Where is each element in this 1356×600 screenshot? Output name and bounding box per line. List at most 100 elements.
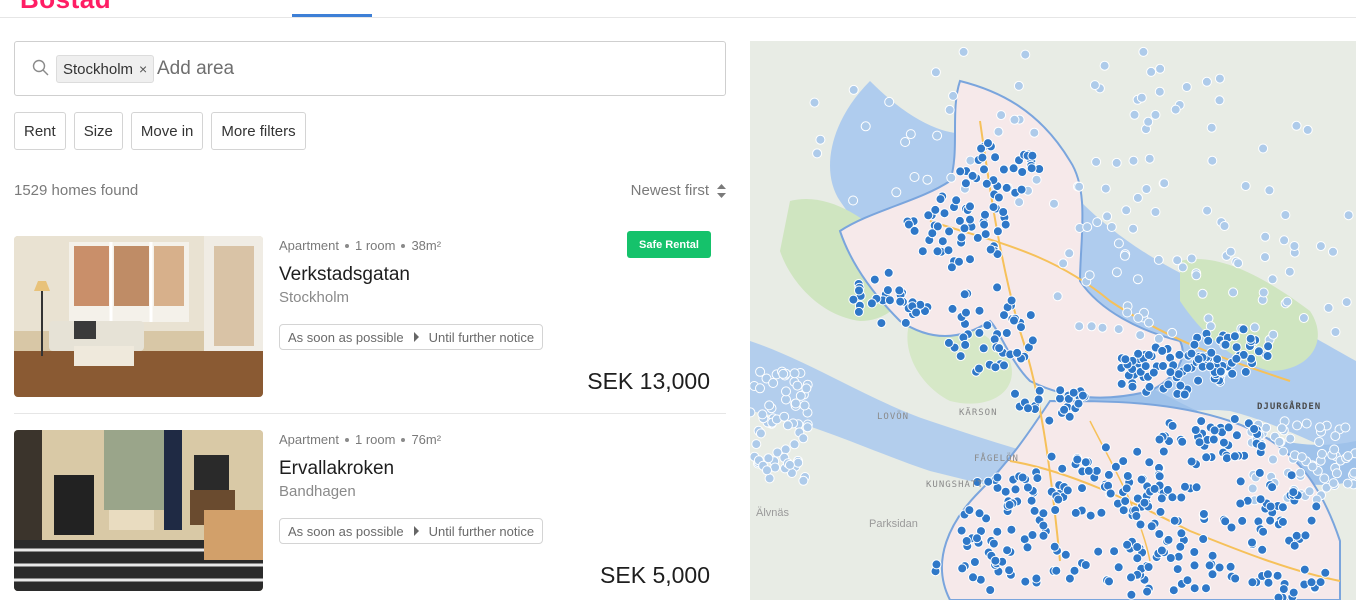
map-marker[interactable]: [1057, 463, 1068, 474]
map-marker[interactable]: [891, 187, 902, 198]
map-marker[interactable]: [1146, 521, 1157, 532]
map-marker[interactable]: [947, 303, 958, 314]
map-marker[interactable]: [1260, 231, 1271, 242]
map-marker[interactable]: [782, 420, 793, 431]
map-marker[interactable]: [985, 585, 996, 595]
map-marker[interactable]: [869, 274, 880, 285]
map-marker[interactable]: [1272, 570, 1283, 581]
map-marker[interactable]: [1000, 486, 1011, 497]
map-marker[interactable]: [1268, 454, 1278, 465]
map-marker[interactable]: [1052, 291, 1063, 302]
map-marker[interactable]: [1144, 457, 1155, 468]
map-marker[interactable]: [1257, 544, 1268, 555]
map-marker[interactable]: [974, 305, 985, 316]
map-marker[interactable]: [1099, 60, 1110, 71]
map-marker[interactable]: [1209, 425, 1220, 436]
map-marker[interactable]: [1016, 184, 1027, 195]
map-marker[interactable]: [1288, 587, 1299, 598]
map-marker[interactable]: [1136, 474, 1147, 485]
map-marker[interactable]: [1340, 422, 1351, 433]
map-marker[interactable]: [1341, 297, 1352, 308]
map-marker[interactable]: [1206, 122, 1217, 133]
map-marker[interactable]: [799, 400, 810, 411]
map-marker[interactable]: [1299, 564, 1310, 575]
map-marker[interactable]: [1181, 82, 1192, 92]
map-marker[interactable]: [1111, 267, 1122, 278]
map-marker[interactable]: [993, 126, 1004, 137]
map-marker[interactable]: [946, 172, 957, 183]
map-marker[interactable]: [911, 307, 922, 318]
map-marker[interactable]: [988, 202, 999, 213]
map-marker[interactable]: [992, 226, 1003, 237]
map-marker[interactable]: [1140, 361, 1151, 372]
map-marker[interactable]: [961, 307, 971, 318]
map-marker[interactable]: [956, 232, 967, 243]
map-marker[interactable]: [1306, 515, 1317, 526]
map-marker[interactable]: [1231, 353, 1242, 364]
map-marker[interactable]: [1253, 346, 1264, 357]
map-marker[interactable]: [1193, 354, 1204, 365]
map-marker[interactable]: [1127, 381, 1138, 392]
map-marker[interactable]: [1189, 560, 1200, 571]
map-marker[interactable]: [1118, 505, 1129, 516]
map-marker[interactable]: [1304, 486, 1315, 497]
map-marker[interactable]: [943, 245, 954, 256]
map-marker[interactable]: [1012, 347, 1023, 358]
map-marker[interactable]: [750, 407, 756, 418]
map-marker[interactable]: [1141, 184, 1152, 194]
map-marker[interactable]: [779, 411, 790, 422]
map-marker[interactable]: [1020, 576, 1031, 587]
remove-area-button[interactable]: ×: [139, 61, 147, 77]
map-marker[interactable]: [1191, 270, 1202, 281]
map-marker[interactable]: [1198, 534, 1209, 544]
map-marker[interactable]: [884, 96, 895, 107]
map-marker[interactable]: [992, 282, 1003, 293]
map-marker[interactable]: [989, 334, 1000, 345]
map-marker[interactable]: [1285, 433, 1296, 444]
map-marker[interactable]: [1258, 287, 1269, 298]
results-map[interactable]: LOVÖN KÄRSON FÅGELÖN KUNGSHATT DJURGÅRDE…: [750, 41, 1356, 600]
map-marker[interactable]: [1328, 478, 1339, 489]
map-marker[interactable]: [853, 306, 864, 317]
map-marker[interactable]: [1311, 501, 1322, 512]
map-marker[interactable]: [1111, 157, 1122, 168]
map-marker[interactable]: [1001, 182, 1012, 193]
map-marker[interactable]: [1009, 315, 1019, 326]
map-marker[interactable]: [1089, 80, 1100, 91]
map-marker[interactable]: [1197, 288, 1208, 299]
map-marker[interactable]: [1247, 537, 1257, 548]
map-marker[interactable]: [1121, 205, 1132, 216]
map-marker[interactable]: [1231, 342, 1242, 353]
map-marker[interactable]: [1148, 367, 1159, 378]
map-marker[interactable]: [1189, 583, 1200, 594]
map-marker[interactable]: [994, 343, 1005, 354]
map-marker[interactable]: [1282, 296, 1293, 307]
map-marker[interactable]: [1131, 511, 1142, 521]
map-marker[interactable]: [961, 536, 972, 546]
map-marker[interactable]: [1150, 109, 1161, 120]
map-marker[interactable]: [1168, 585, 1179, 596]
map-marker[interactable]: [1144, 381, 1155, 392]
map-marker[interactable]: [964, 505, 975, 516]
map-marker[interactable]: [1053, 494, 1064, 505]
map-marker[interactable]: [789, 439, 800, 450]
map-marker[interactable]: [1083, 465, 1094, 476]
map-marker[interactable]: [1038, 530, 1049, 541]
map-marker[interactable]: [930, 67, 941, 78]
map-marker[interactable]: [1064, 573, 1075, 584]
map-marker[interactable]: [1038, 508, 1049, 519]
map-marker[interactable]: [1247, 483, 1258, 494]
map-marker[interactable]: [1074, 321, 1085, 332]
map-marker[interactable]: [937, 236, 948, 247]
map-marker[interactable]: [1142, 586, 1153, 597]
map-marker[interactable]: [1349, 467, 1356, 478]
map-marker[interactable]: [1010, 484, 1021, 495]
map-marker[interactable]: [1154, 529, 1165, 539]
map-marker[interactable]: [793, 457, 804, 468]
map-marker[interactable]: [960, 339, 971, 350]
map-marker[interactable]: [969, 557, 980, 567]
map-marker[interactable]: [957, 563, 968, 574]
map-marker[interactable]: [958, 46, 969, 57]
map-marker[interactable]: [1233, 258, 1244, 269]
map-marker[interactable]: [1174, 349, 1185, 360]
